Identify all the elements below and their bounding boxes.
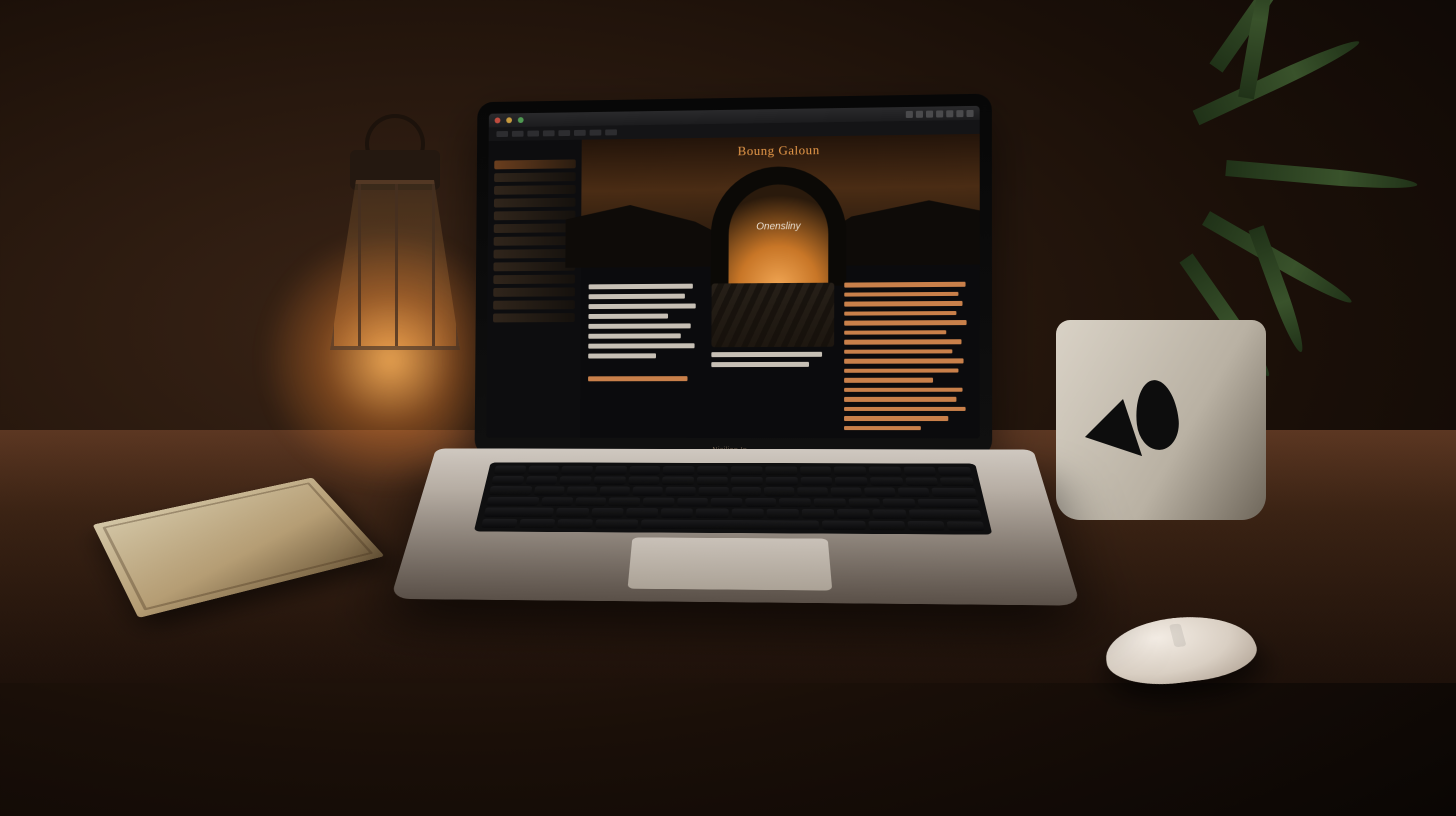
laptop: Boung Galoun Onensliny bbox=[433, 93, 1033, 743]
sidebar[interactable] bbox=[486, 140, 581, 438]
content-column-left bbox=[588, 277, 702, 430]
page-title: Boung Galoun bbox=[582, 140, 980, 161]
sidebar-item[interactable] bbox=[494, 198, 576, 208]
hero-banner: Boung Galoun Onensliny bbox=[581, 134, 980, 268]
sidebar-item[interactable] bbox=[494, 211, 576, 221]
sidebar-item[interactable] bbox=[493, 300, 575, 309]
sidebar-item[interactable] bbox=[493, 313, 575, 322]
laptop-screen-shell: Boung Galoun Onensliny bbox=[475, 94, 993, 457]
window-minimize-icon[interactable] bbox=[506, 117, 512, 123]
laptop-keyboard-deck bbox=[390, 448, 1080, 605]
content-column-right bbox=[844, 275, 972, 431]
trackpad[interactable] bbox=[628, 537, 833, 590]
content-area: Boung Galoun Onensliny bbox=[580, 134, 980, 438]
content-column-middle bbox=[711, 276, 834, 430]
window-close-icon[interactable] bbox=[495, 117, 501, 123]
menubar-tray bbox=[906, 109, 974, 117]
sidebar-item[interactable] bbox=[494, 223, 576, 233]
keyboard[interactable] bbox=[474, 462, 993, 534]
article-thumbnail[interactable] bbox=[712, 283, 835, 348]
sidebar-item[interactable] bbox=[493, 275, 575, 284]
sidebar-section-label bbox=[494, 154, 575, 155]
sidebar-item[interactable] bbox=[494, 159, 576, 169]
sidebar-item[interactable] bbox=[494, 172, 576, 182]
sidebar-item[interactable] bbox=[494, 185, 576, 195]
sidebar-item[interactable] bbox=[493, 287, 575, 296]
window-zoom-icon[interactable] bbox=[518, 117, 524, 123]
sidebar-item[interactable] bbox=[493, 262, 575, 272]
column-heading bbox=[844, 275, 971, 276]
sidebar-item[interactable] bbox=[494, 236, 576, 246]
sidebar-item[interactable] bbox=[494, 249, 576, 259]
column-heading bbox=[589, 277, 702, 278]
column-heading bbox=[712, 276, 834, 277]
laptop-display: Boung Galoun Onensliny bbox=[486, 106, 980, 438]
